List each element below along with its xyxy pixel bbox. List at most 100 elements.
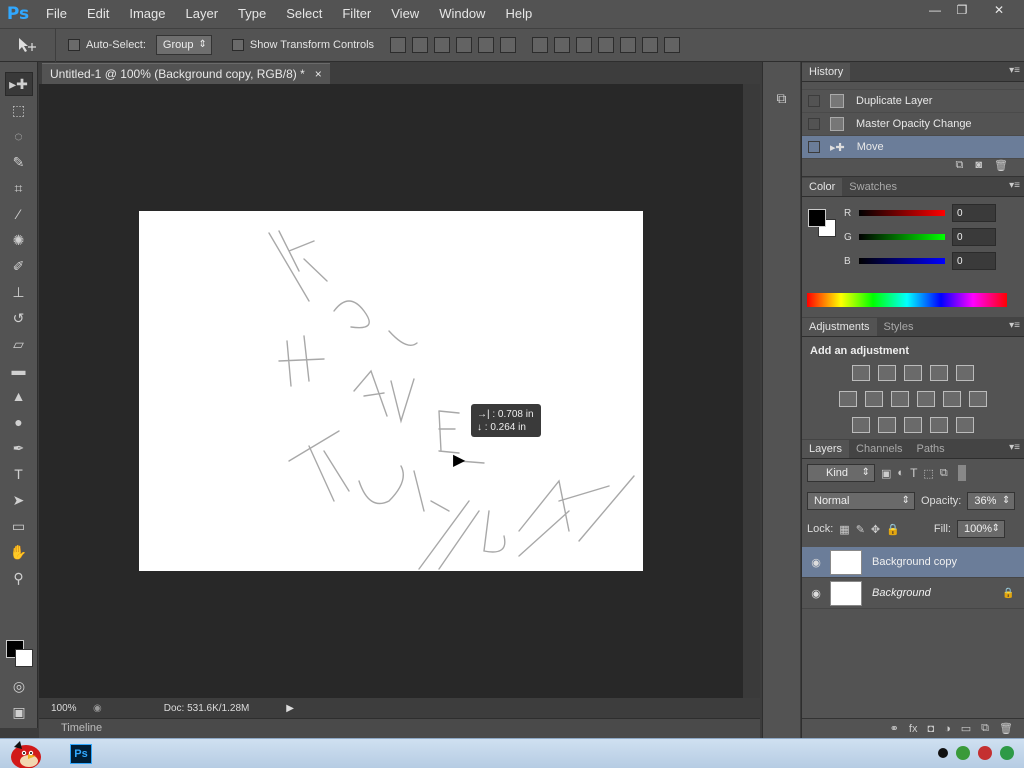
gradient-tool-icon[interactable]: ▬ [5,358,33,382]
lock-transparent-icon[interactable]: ▦ [839,523,849,536]
filter-smart-object-icon[interactable]: ⧉ [940,467,948,480]
auto-select-dropdown[interactable]: Group [155,35,212,55]
lock-all-icon[interactable]: 🔒 [886,523,900,536]
blue-value-input[interactable]: 0 [952,252,996,270]
transform-controls-checkbox[interactable] [231,39,244,51]
tray-update-icon[interactable] [1000,746,1014,760]
tab-layers[interactable]: Layers [802,440,850,458]
filter-shape-icon[interactable]: ⬚ [923,467,933,480]
align-top-icon[interactable] [390,37,407,53]
panel-menu-icon[interactable]: ▾≡ [1009,65,1020,76]
history-snapshot-toggle[interactable] [808,95,820,107]
curves-icon[interactable] [904,365,922,381]
invert-icon[interactable] [852,417,870,433]
new-document-icon[interactable]: ⧉ [956,159,964,176]
gradient-map-icon[interactable] [956,417,974,433]
distribute-bottom-icon[interactable] [576,37,593,53]
color-lookup-icon[interactable] [969,391,987,407]
red-slider[interactable] [859,210,945,216]
align-left-icon[interactable] [456,37,473,53]
delete-trash-icon[interactable]: 🗑 [994,159,1008,176]
tab-paths[interactable]: Paths [910,440,952,458]
distribute-left-icon[interactable] [598,37,615,53]
green-slider[interactable] [859,234,945,240]
distribute-top-icon[interactable] [532,37,549,53]
new-adjustment-icon[interactable]: ◑ [944,723,951,735]
visibility-eye-icon[interactable]: ◉ [802,556,830,569]
filter-adjustment-icon[interactable]: ◐ [897,467,904,479]
green-value-input[interactable]: 0 [952,228,996,246]
threshold-icon[interactable] [904,417,922,433]
distribute-vcenter-icon[interactable] [554,37,571,53]
menu-edit[interactable]: Edit [77,0,119,28]
panel-menu-icon[interactable]: ▾≡ [1009,180,1020,191]
close-tab-icon[interactable]: × [315,64,322,84]
close-button[interactable]: ✕ [980,0,1018,20]
lock-position-icon[interactable]: ✥ [871,523,880,536]
history-snapshot-toggle[interactable] [808,118,820,130]
visibility-eye-icon[interactable]: ◉ [802,587,830,600]
pen-tool-icon[interactable]: ✒ [5,436,33,460]
status-menu-arrow-icon[interactable]: ▶ [286,703,294,714]
tab-swatches[interactable]: Swatches [842,178,904,196]
document-tab[interactable]: Untitled-1 @ 100% (Background copy, RGB/… [42,63,330,84]
document-canvas[interactable] [139,211,643,571]
color-spectrum-ramp[interactable] [807,293,1007,307]
taskbar-photoshop-icon[interactable]: Ps [70,744,92,764]
crop-tool-icon[interactable]: ⌗ [5,176,33,200]
filter-pixel-icon[interactable]: ▣ [881,467,891,480]
align-hcenter-icon[interactable] [478,37,495,53]
path-select-tool-icon[interactable]: ➤ [5,488,33,512]
posterize-icon[interactable] [878,417,896,433]
vibrance-icon[interactable] [956,365,974,381]
rectangle-tool-icon[interactable]: ▭ [5,514,33,538]
vertical-scrollbar[interactable] [743,84,760,698]
menu-select[interactable]: Select [276,0,332,28]
zoom-level[interactable]: 100% [39,703,89,714]
panel-menu-icon[interactable]: ▾≡ [1009,320,1020,331]
menu-help[interactable]: Help [495,0,542,28]
brush-tool-icon[interactable]: ✐ [5,254,33,278]
blur-tool-icon[interactable]: ▲ [5,384,33,408]
tab-styles[interactable]: Styles [877,318,921,336]
maximize-button[interactable]: ❐ [947,0,977,20]
brightness-contrast-icon[interactable] [852,365,870,381]
link-layers-icon[interactable]: ⚭ [890,722,899,735]
snapshot-camera-icon[interactable]: ◙ [975,159,982,176]
menu-type[interactable]: Type [228,0,276,28]
photoshop-logo[interactable]: Ps [0,0,36,28]
dodge-tool-icon[interactable]: ● [5,410,33,434]
menu-image[interactable]: Image [119,0,175,28]
auto-align-icon[interactable] [664,37,681,53]
new-layer-icon[interactable]: ⧉ [981,722,989,735]
eraser-tool-icon[interactable]: ▱ [5,332,33,356]
history-item[interactable]: Duplicate Layer [802,90,1024,113]
channel-mixer-icon[interactable] [943,391,961,407]
tray-record-icon[interactable] [938,748,948,758]
color-foreground-swatch[interactable] [808,209,826,227]
timeline-panel-tab[interactable]: Timeline [39,718,760,738]
align-bottom-icon[interactable] [434,37,451,53]
hand-tool-icon[interactable]: ✋ [5,540,33,564]
tray-check-icon[interactable] [956,746,970,760]
blend-mode-dropdown[interactable]: Normal [807,492,915,510]
photo-filter-icon[interactable] [917,391,935,407]
fill-input[interactable]: 100% [956,520,1005,538]
tool-preset-picker[interactable] [0,28,56,62]
move-tool-icon[interactable]: ▸✚ [4,72,33,96]
color-balance-icon[interactable] [865,391,883,407]
filter-type-icon[interactable]: T [910,466,917,480]
selective-color-icon[interactable] [930,417,948,433]
tab-history[interactable]: History [802,63,851,81]
tab-color[interactable]: Color [802,178,843,196]
tab-adjustments[interactable]: Adjustments [802,318,877,336]
layer-style-fx-icon[interactable]: fx [909,723,918,735]
quick-mask-icon[interactable]: ◎ [5,674,33,698]
exposure-icon[interactable] [930,365,948,381]
history-item[interactable]: Master Opacity Change [802,113,1024,136]
marquee-tool-icon[interactable]: ⬚ [5,98,33,122]
levels-icon[interactable] [878,365,896,381]
layer-row[interactable]: ◉ Background 🔒 [802,578,1024,609]
quick-select-tool-icon[interactable]: ✎ [5,150,33,174]
screen-mode-icon[interactable]: ▣ [5,700,33,724]
